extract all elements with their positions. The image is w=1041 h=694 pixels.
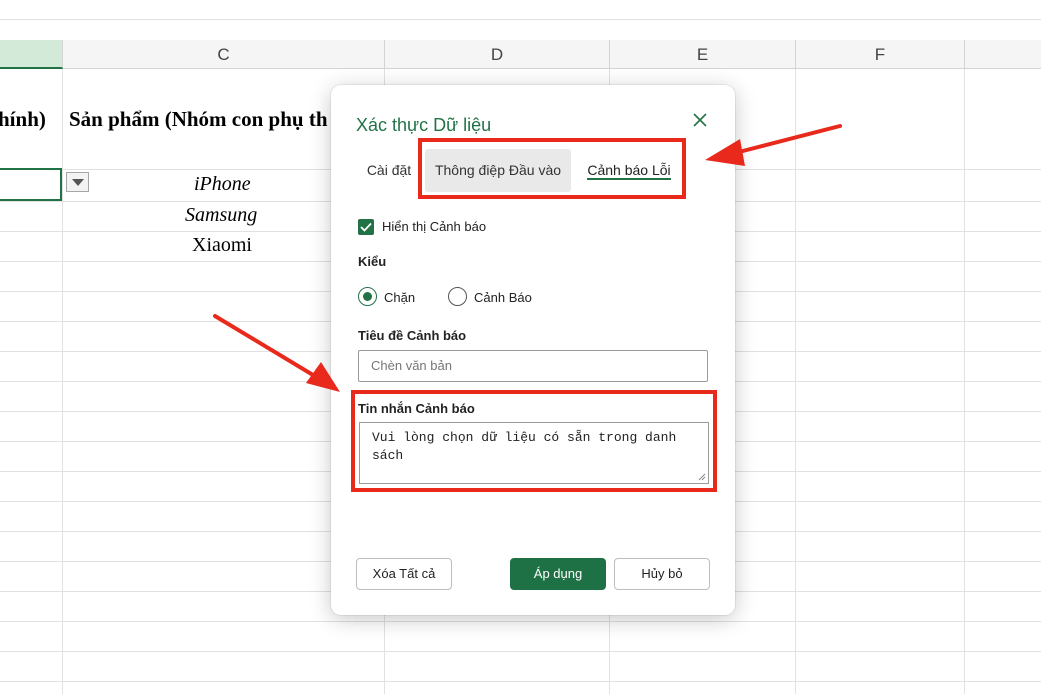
arrow-to-message <box>213 314 340 392</box>
spreadsheet-window: C D E F hính) Sản phẩm (Nhóm con phụ th … <box>0 0 1041 694</box>
annotation-arrows <box>213 124 842 392</box>
arrow-to-tabs <box>705 124 842 166</box>
